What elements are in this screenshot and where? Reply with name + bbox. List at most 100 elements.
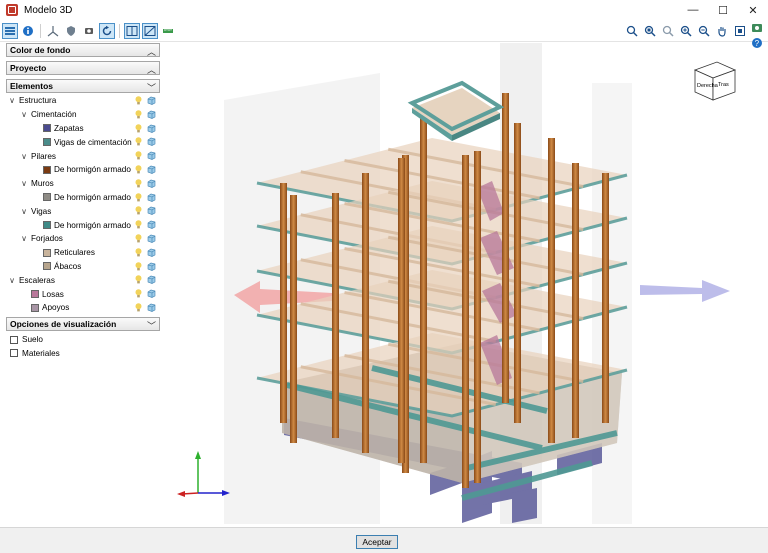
color-swatch[interactable] (43, 165, 51, 174)
tree-item[interactable]: ∨ Pilares (6, 149, 160, 163)
3d-viewport[interactable]: Derecha Tras (162, 43, 748, 524)
ruler-icon[interactable] (160, 23, 176, 39)
visibility-cube-icon[interactable] (147, 179, 156, 188)
tree-item[interactable]: ∨ Estructura (6, 94, 160, 108)
visibility-cube-icon[interactable] (147, 206, 156, 216)
visibility-cube-icon[interactable] (147, 165, 156, 174)
lightbulb-icon[interactable] (135, 289, 142, 298)
pan-hand-icon[interactable] (714, 23, 730, 39)
visibility-cube-icon[interactable] (147, 151, 156, 161)
screenshot-icon[interactable] (751, 22, 763, 34)
tree-item[interactable]: ∨ Cimentación (6, 108, 160, 122)
color-swatch[interactable] (31, 290, 39, 299)
lightbulb-icon[interactable] (135, 110, 142, 119)
visibility-cube-icon[interactable] (147, 124, 156, 133)
shield-icon[interactable] (63, 23, 79, 39)
perspective-view-icon[interactable] (142, 23, 158, 39)
section-project[interactable]: Proyecto ︿ (6, 61, 160, 75)
expand-toggle-icon[interactable]: ∨ (20, 179, 28, 188)
rotate-icon[interactable] (99, 23, 115, 39)
lightbulb-icon[interactable] (135, 206, 142, 215)
close-button[interactable]: ✕ (738, 0, 768, 20)
camera-icon[interactable] (81, 23, 97, 39)
tree-item[interactable]: De hormigón armado (6, 163, 160, 177)
axes-icon[interactable] (45, 23, 61, 39)
help-icon[interactable]: ? (751, 37, 763, 49)
color-swatch[interactable] (31, 303, 39, 312)
maximize-button[interactable]: ☐ (708, 0, 738, 20)
tree-item[interactable]: ∨ Muros (6, 177, 160, 191)
lightbulb-icon[interactable] (135, 96, 142, 105)
section-view-options[interactable]: Opciones de visualización ﹀ (6, 316, 160, 332)
section-background-color[interactable]: Color de fondo ︿ (6, 43, 160, 57)
tree-item[interactable]: Reticulares (6, 246, 160, 260)
lightbulb-icon[interactable] (135, 303, 142, 312)
expand-toggle-icon[interactable]: ∨ (8, 276, 16, 285)
color-swatch[interactable] (43, 262, 51, 271)
expand-toggle-icon[interactable]: ∨ (8, 96, 16, 105)
zoom-out-icon[interactable] (696, 23, 712, 39)
color-swatch[interactable] (43, 248, 51, 257)
chevron-up-icon[interactable]: ︿ (147, 63, 156, 76)
lightbulb-icon[interactable] (135, 275, 142, 284)
chevron-down-icon[interactable]: ﹀ (147, 319, 156, 332)
expand-toggle-icon[interactable]: ∨ (20, 234, 28, 243)
zoom-window-icon[interactable] (642, 23, 658, 39)
checkbox[interactable] (10, 349, 18, 357)
tree-item[interactable]: ∨ Forjados (6, 232, 160, 246)
visibility-cube-icon[interactable] (147, 220, 156, 229)
lightbulb-icon[interactable] (135, 151, 142, 160)
layers-panel-icon[interactable] (2, 23, 18, 39)
color-swatch[interactable] (43, 221, 51, 230)
minimize-button[interactable]: — (678, 0, 708, 20)
lightbulb-icon[interactable] (135, 248, 142, 257)
visibility-cube-icon[interactable] (147, 275, 156, 285)
lightbulb-icon[interactable] (135, 234, 142, 243)
lightbulb-icon[interactable] (135, 165, 142, 174)
tree-item[interactable]: Apoyos (6, 301, 160, 315)
expand-toggle-icon[interactable]: ∨ (20, 110, 28, 119)
visibility-cube-icon[interactable] (147, 303, 156, 312)
zoom-previous-icon[interactable] (660, 23, 676, 39)
expand-toggle-icon[interactable]: ∨ (20, 152, 28, 161)
option-row[interactable]: Materiales (6, 346, 160, 360)
color-swatch[interactable] (43, 138, 51, 147)
tree-item[interactable]: Ábacos (6, 260, 160, 274)
lightbulb-icon[interactable] (135, 220, 142, 229)
zoom-extents-icon[interactable] (624, 23, 640, 39)
lightbulb-icon[interactable] (135, 137, 142, 146)
split-view-icon[interactable] (124, 23, 140, 39)
visibility-cube-icon[interactable] (147, 289, 156, 298)
zoom-in-icon[interactable] (678, 23, 694, 39)
section-elements[interactable]: Elementos ﹀ (6, 79, 160, 93)
tree-item[interactable]: Vigas de cimentación (6, 135, 160, 149)
accept-button[interactable]: Aceptar (356, 535, 398, 549)
visibility-cube-icon[interactable] (147, 137, 156, 147)
tree-item[interactable]: De hormigón armado (6, 191, 160, 205)
tree-item[interactable]: ∨ Vigas (6, 204, 160, 218)
expand-toggle-icon[interactable]: ∨ (20, 207, 28, 216)
color-swatch[interactable] (43, 193, 51, 202)
visibility-cube-icon[interactable] (147, 262, 156, 271)
lightbulb-icon[interactable] (135, 179, 142, 188)
color-swatch[interactable] (43, 124, 51, 133)
visibility-cube-icon[interactable] (147, 96, 156, 105)
visibility-cube-icon[interactable] (147, 234, 156, 243)
lightbulb-icon[interactable] (135, 261, 142, 271)
visibility-cube-icon[interactable] (147, 193, 156, 202)
info-icon[interactable] (20, 23, 36, 39)
tree-item[interactable]: ∨ Escaleras (6, 273, 160, 287)
chevron-up-icon[interactable]: ︿ (147, 45, 156, 58)
tree-item[interactable]: De hormigón armado (6, 218, 160, 232)
checkbox[interactable] (10, 335, 18, 344)
option-row[interactable]: Suelo (6, 333, 160, 347)
lightbulb-icon[interactable] (135, 192, 142, 202)
visibility-cube-icon[interactable] (147, 248, 156, 257)
visibility-cube-icon[interactable] (147, 110, 156, 119)
tree-item[interactable]: Losas (6, 287, 160, 301)
lightbulb-icon[interactable] (135, 123, 142, 133)
fit-view-icon[interactable] (732, 23, 748, 39)
chevron-down-icon[interactable]: ﹀ (147, 81, 156, 94)
view-cube[interactable]: Derecha Tras (693, 61, 737, 101)
tree-item[interactable]: Zapatas (6, 122, 160, 136)
